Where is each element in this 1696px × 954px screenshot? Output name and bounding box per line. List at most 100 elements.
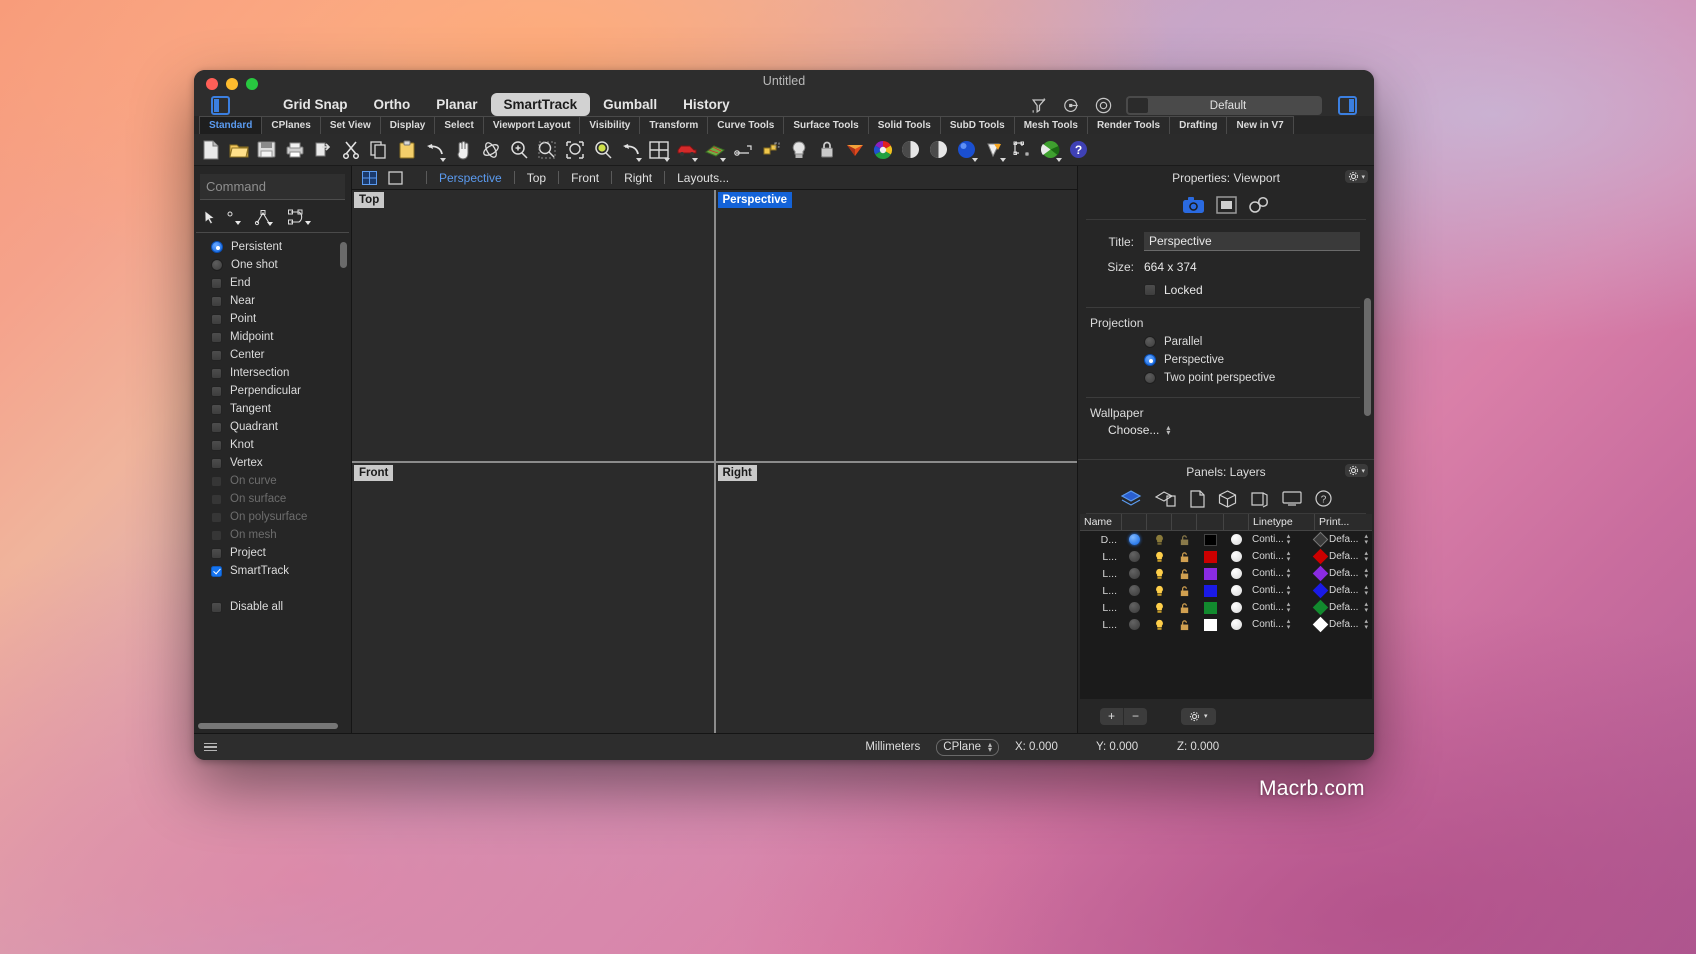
properties-page-icon[interactable]: [1190, 489, 1205, 508]
column-material[interactable]: [1224, 514, 1249, 530]
layer-current-toggle[interactable]: [1122, 599, 1147, 616]
color-wheel-icon[interactable]: [869, 136, 896, 164]
layer-visibility-toggle[interactable]: [1147, 548, 1172, 565]
tab-viewport-layout[interactable]: Viewport Layout: [482, 116, 580, 134]
table-row[interactable]: D... Conti... ▴ ▾ Defa... ▴ ▾: [1080, 531, 1372, 548]
viewport-right[interactable]: Right: [715, 462, 1077, 733]
viewport-title-input[interactable]: [1144, 232, 1360, 251]
shade-sphere-icon[interactable]: [897, 136, 924, 164]
layers-gear-icon[interactable]: ▾: [1345, 464, 1368, 477]
tab-set-view[interactable]: Set View: [319, 116, 380, 134]
layer-material-swatch[interactable]: [1224, 548, 1249, 565]
material-selector[interactable]: Default: [1126, 96, 1322, 115]
layer-visibility-toggle[interactable]: [1147, 565, 1172, 582]
tab-select[interactable]: Select: [434, 116, 483, 134]
open-folder-icon[interactable]: [225, 136, 252, 164]
table-row[interactable]: L... Conti... ▴ ▾ Defa... ▴ ▾: [1080, 548, 1372, 565]
column-print[interactable]: Print...: [1315, 514, 1372, 530]
cut-icon[interactable]: [337, 136, 364, 164]
end-checkbox[interactable]: [211, 277, 222, 289]
layer-lock-toggle[interactable]: [1172, 548, 1197, 565]
layer-lock-toggle[interactable]: [1172, 531, 1197, 548]
layer-current-toggle[interactable]: [1122, 582, 1147, 599]
layer-print[interactable]: Defa... ▴ ▾: [1312, 548, 1372, 565]
near-checkbox[interactable]: [211, 295, 222, 307]
project-checkbox[interactable]: [211, 547, 222, 559]
tab-transform[interactable]: Transform: [639, 116, 708, 134]
viewport-front[interactable]: Front: [352, 462, 714, 733]
cplane-selector[interactable]: CPlane ▴ ▾: [936, 738, 999, 756]
layer-linetype[interactable]: Conti... ▴ ▾: [1249, 531, 1315, 548]
remove-layer-button[interactable]: −: [1123, 707, 1147, 725]
layer-print[interactable]: Defa... ▴ ▾: [1312, 616, 1372, 633]
chevron-updown-icon[interactable]: ▴ ▾: [1166, 424, 1170, 437]
option-disable-all[interactable]: Disable all: [194, 598, 351, 616]
table-row[interactable]: L... Conti... ▴ ▾ Defa... ▴ ▾: [1080, 599, 1372, 616]
monitor-icon[interactable]: [1282, 490, 1302, 507]
help-icon[interactable]: ?: [1065, 136, 1092, 164]
toggle-planar[interactable]: Planar: [423, 93, 490, 116]
layer-linetype[interactable]: Conti... ▴ ▾: [1249, 548, 1315, 565]
hamburger-icon[interactable]: [204, 742, 217, 752]
parallel-radio[interactable]: [1144, 336, 1156, 348]
tab-display[interactable]: Display: [379, 116, 435, 134]
layer-linetype[interactable]: Conti... ▴ ▾: [1249, 599, 1315, 616]
render-car-icon[interactable]: [673, 136, 700, 164]
surface-osnap-icon[interactable]: [287, 209, 317, 226]
perpendicular-checkbox[interactable]: [211, 385, 222, 397]
zoom-in-icon[interactable]: [505, 136, 532, 164]
pan-hand-icon[interactable]: [449, 136, 476, 164]
smarttrack-checkbox[interactable]: [211, 565, 222, 577]
layer-visibility-toggle[interactable]: [1147, 599, 1172, 616]
viewport-icon[interactable]: [1216, 195, 1237, 214]
right-sidebar-icon[interactable]: [1338, 96, 1357, 115]
layer-print[interactable]: Defa... ▴ ▾: [1312, 599, 1372, 616]
option-near[interactable]: Near: [194, 292, 351, 310]
option-perpendicular[interactable]: Perpendicular: [194, 382, 351, 400]
midpoint-checkbox[interactable]: [211, 331, 222, 343]
layer-visibility-toggle[interactable]: [1147, 531, 1172, 548]
option-tangent[interactable]: Tangent: [194, 400, 351, 418]
rotate-view-icon[interactable]: [477, 136, 504, 164]
layer-linetype[interactable]: Conti... ▴ ▾: [1249, 616, 1315, 633]
layer-color-swatch[interactable]: [1197, 531, 1224, 548]
column-visibility[interactable]: [1147, 514, 1172, 530]
layer-material-swatch[interactable]: [1224, 582, 1249, 599]
option-point[interactable]: Point: [194, 310, 351, 328]
locked-row[interactable]: Locked: [1086, 283, 1360, 297]
link-icon[interactable]: [1248, 196, 1270, 214]
layer-material-swatch[interactable]: [1224, 565, 1249, 582]
copy-icon[interactable]: [365, 136, 392, 164]
viewport-top[interactable]: Top: [352, 190, 714, 461]
viewport-label-right[interactable]: Right: [717, 464, 757, 481]
option-smarttrack[interactable]: SmartTrack: [194, 562, 351, 580]
layer-current-toggle[interactable]: [1122, 548, 1147, 565]
dimension-icon[interactable]: [729, 136, 756, 164]
viewport-label-top[interactable]: Top: [354, 192, 385, 208]
layer-material-swatch[interactable]: [1224, 531, 1249, 548]
tab-curve-tools[interactable]: Curve Tools: [707, 116, 784, 134]
one-shot-radio[interactable]: [211, 259, 223, 271]
toggle-gumball[interactable]: Gumball: [590, 93, 670, 116]
projection-perspective[interactable]: Perspective: [1086, 351, 1360, 369]
materials-icon[interactable]: [1155, 490, 1177, 507]
option-intersection[interactable]: Intersection: [194, 364, 351, 382]
layer-color-swatch[interactable]: [1197, 616, 1224, 633]
disable-all-checkbox[interactable]: [211, 601, 222, 613]
layer-material-swatch[interactable]: [1224, 599, 1249, 616]
option-one-shot[interactable]: One shot: [194, 256, 351, 274]
properties-gear-icon[interactable]: ▾: [1345, 170, 1368, 183]
tab-standard[interactable]: Standard: [199, 116, 262, 134]
layer-lock-toggle[interactable]: [1172, 582, 1197, 599]
table-row[interactable]: L... Conti... ▴ ▾ Defa... ▴ ▾: [1080, 565, 1372, 582]
shade-sphere2-icon[interactable]: [925, 136, 952, 164]
layer-visibility-toggle[interactable]: [1147, 582, 1172, 599]
tab-subd-tools[interactable]: SubD Tools: [939, 116, 1014, 134]
tab-render-tools[interactable]: Render Tools: [1086, 116, 1170, 134]
tab-surface-tools[interactable]: Surface Tools: [783, 116, 868, 134]
layout-detail-icon[interactable]: [1009, 136, 1036, 164]
render-preview-icon[interactable]: [1037, 136, 1064, 164]
undo-icon[interactable]: [421, 136, 448, 164]
add-layer-button[interactable]: +: [1100, 708, 1123, 725]
column-color[interactable]: [1197, 514, 1224, 530]
